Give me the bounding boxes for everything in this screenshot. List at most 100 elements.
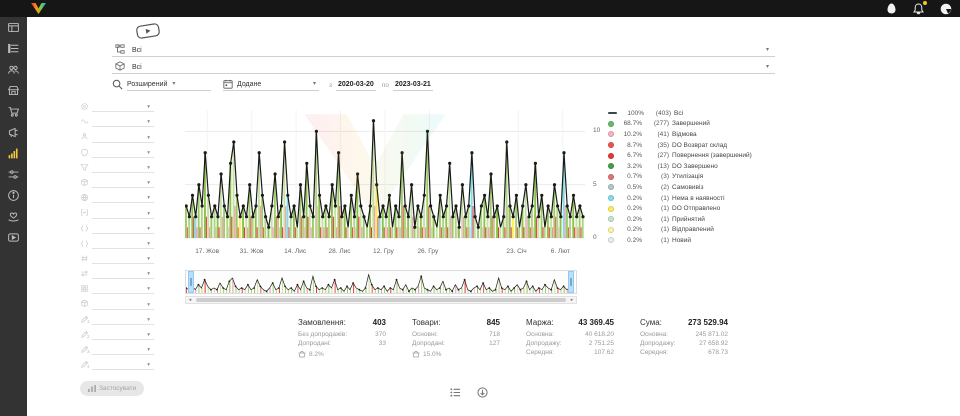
legend-item[interactable]: 0.2%(1)Прийнятий — [608, 214, 752, 225]
rail-item-store-icon[interactable] — [0, 80, 27, 101]
chevron-down-icon[interactable]: ▾ — [147, 332, 150, 338]
egg-icon[interactable] — [885, 2, 898, 15]
legend-count: (27) — [645, 152, 669, 159]
chevron-down-icon[interactable]: ▾ — [147, 302, 150, 308]
category-filter[interactable]: Всі ▾ — [112, 42, 775, 57]
filter-row-arrows[interactable]: ▾ — [78, 267, 158, 282]
legend-item[interactable]: 3.2%(13)DO Завершено — [608, 161, 752, 172]
notification-badge — [922, 0, 928, 6]
chevron-down-icon[interactable]: ▾ — [147, 286, 150, 292]
rail-item-marketing-icon[interactable] — [0, 122, 27, 143]
grid-icon — [80, 284, 89, 293]
bell-icon[interactable] — [912, 2, 925, 15]
scroll-left-button[interactable]: ◂ — [186, 297, 194, 303]
chevron-down-icon[interactable]: ▾ — [147, 211, 150, 217]
legend-item[interactable]: 100%(403)Всі — [608, 108, 752, 119]
date-to-input[interactable]: 2023-03-21 — [393, 81, 433, 91]
chevron-down-icon[interactable]: ▾ — [147, 165, 150, 171]
filter-row-brackets[interactable]: ▾ — [78, 206, 158, 221]
filter-row-pen-1[interactable]: 1▾ — [78, 313, 158, 328]
chevron-down-icon[interactable]: ▾ — [147, 195, 150, 201]
rail-item-customers-icon[interactable] — [0, 59, 27, 80]
filter-row-box[interactable]: ▾ — [78, 176, 158, 191]
legend-item[interactable]: 0.5%(2)Самовивіз — [608, 182, 752, 193]
x-tick-label: 31. Жов — [240, 248, 264, 255]
filter-row-grid[interactable]: ▾ — [78, 282, 158, 297]
filter-row-wave[interactable]: ▾ — [78, 115, 158, 130]
chevron-down-icon[interactable]: ▾ — [147, 135, 150, 141]
search-icon[interactable] — [112, 79, 123, 90]
angle-icon — [80, 224, 89, 233]
presentation-icon[interactable] — [135, 22, 161, 40]
legend-count: (1) — [645, 237, 669, 244]
navigator-scrollbar[interactable]: ◂ ▸ — [185, 296, 577, 304]
rail-item-orders-icon[interactable] — [0, 38, 27, 59]
chevron-down-icon[interactable]: ▾ — [766, 47, 769, 53]
app-logo-icon[interactable] — [30, 2, 47, 15]
x-tick-label: 23. Січ — [506, 248, 526, 255]
filter-row-pen-4[interactable]: 4▾ — [78, 358, 158, 373]
filter-row-angle[interactable]: ▾ — [78, 222, 158, 237]
chart-navigator[interactable] — [185, 270, 577, 294]
rail-item-settings-icon[interactable] — [0, 164, 27, 185]
stat-sub-value: 40 618.20 — [585, 330, 614, 339]
rail-item-info-icon[interactable] — [0, 185, 27, 206]
filter-row-pen-2[interactable]: 2▾ — [78, 328, 158, 343]
chevron-down-icon[interactable]: ▾ — [147, 317, 150, 323]
chevron-down-icon[interactable]: ▾ — [147, 256, 150, 262]
legend-item[interactable]: 6.7%(27)Повернення (завершений) — [608, 150, 752, 161]
filter-row-funnel[interactable]: ▾ — [78, 161, 158, 176]
date-field-select[interactable]: Додане ▾ — [223, 77, 319, 91]
legend-item[interactable]: 68.7%(277)Завершений — [608, 119, 752, 130]
navigator-left-handle[interactable] — [188, 271, 194, 293]
product-filter[interactable]: Всі ▾ — [112, 59, 775, 74]
summary-stats: Замовлення:403Без допродажів:370Допродан… — [298, 318, 728, 358]
list-view-icon[interactable] — [450, 387, 461, 398]
chevron-down-icon[interactable]: ▾ — [147, 241, 150, 247]
x-tick-label: 17. Жов — [195, 248, 219, 255]
chevron-down-icon[interactable]: ▾ — [147, 347, 150, 353]
legend-item[interactable]: 8.7%(35)DO Возврат склад — [608, 140, 752, 151]
legend-percent: 100% — [620, 110, 644, 117]
chevron-down-icon[interactable]: ▾ — [147, 226, 150, 232]
chevron-down-icon[interactable]: ▾ — [147, 271, 150, 277]
chevron-down-icon[interactable]: ▾ — [766, 64, 769, 70]
filter-row-group[interactable]: ▾ — [78, 130, 158, 145]
stat-sub-label: Допродані: — [412, 339, 445, 348]
filter-row-box[interactable]: ▾ — [78, 297, 158, 312]
navigator-right-handle[interactable] — [568, 271, 574, 293]
legend-item[interactable]: 0.2%(1)Нема в наявності — [608, 193, 752, 204]
chevron-down-icon[interactable]: ▾ — [147, 362, 150, 368]
shield-icon — [80, 148, 89, 157]
rail-item-dashboard-icon[interactable] — [0, 17, 27, 38]
legend-color-swatch — [608, 174, 614, 180]
rail-item-video-icon[interactable] — [0, 227, 27, 248]
export-icon[interactable] — [477, 387, 488, 398]
filter-row-shield[interactable]: ▾ — [78, 146, 158, 161]
rail-item-cart-icon[interactable] — [0, 101, 27, 122]
legend-percent: 0.7% — [618, 173, 642, 180]
filter-row-target[interactable]: ▾ — [78, 100, 158, 115]
scroll-right-button[interactable]: ▸ — [568, 297, 576, 303]
legend-item[interactable]: 10.2%(41)Відмова — [608, 129, 752, 140]
legend-item[interactable]: 0.2%(1)Відправлений — [608, 225, 752, 236]
stat-group: Маржа:43 369.45Основна:40 618.20Допродаж… — [526, 318, 614, 358]
chevron-down-icon[interactable]: ▾ — [147, 150, 150, 156]
avatar-icon[interactable] — [939, 2, 952, 15]
apply-filters-button[interactable]: Застосувати — [80, 381, 144, 396]
rail-item-statistics-icon[interactable] — [0, 143, 27, 164]
chevron-down-icon[interactable]: ▾ — [147, 104, 150, 110]
chevron-down-icon[interactable]: ▾ — [147, 119, 150, 125]
filter-row-braces[interactable]: ▾ — [78, 237, 158, 252]
rail-item-support-icon[interactable] — [0, 206, 27, 227]
legend-item[interactable]: 0.2%(1)DO Отправлено — [608, 203, 752, 214]
filter-row-hash[interactable]: ▾ — [78, 252, 158, 267]
filter-row-pen-3[interactable]: 3▾ — [78, 343, 158, 358]
chevron-down-icon[interactable]: ▾ — [147, 180, 150, 186]
legend-item[interactable]: 0.2%(1)Новий — [608, 235, 752, 246]
legend-item[interactable]: 0.7%(3)Утилізація — [608, 172, 752, 183]
search-mode-select[interactable]: Розширений ▾ — [127, 77, 211, 91]
date-from-input[interactable]: 2020-03-20 — [336, 81, 376, 91]
scrollbar-thumb[interactable] — [196, 298, 566, 302]
filter-row-globe[interactable]: ▾ — [78, 191, 158, 206]
